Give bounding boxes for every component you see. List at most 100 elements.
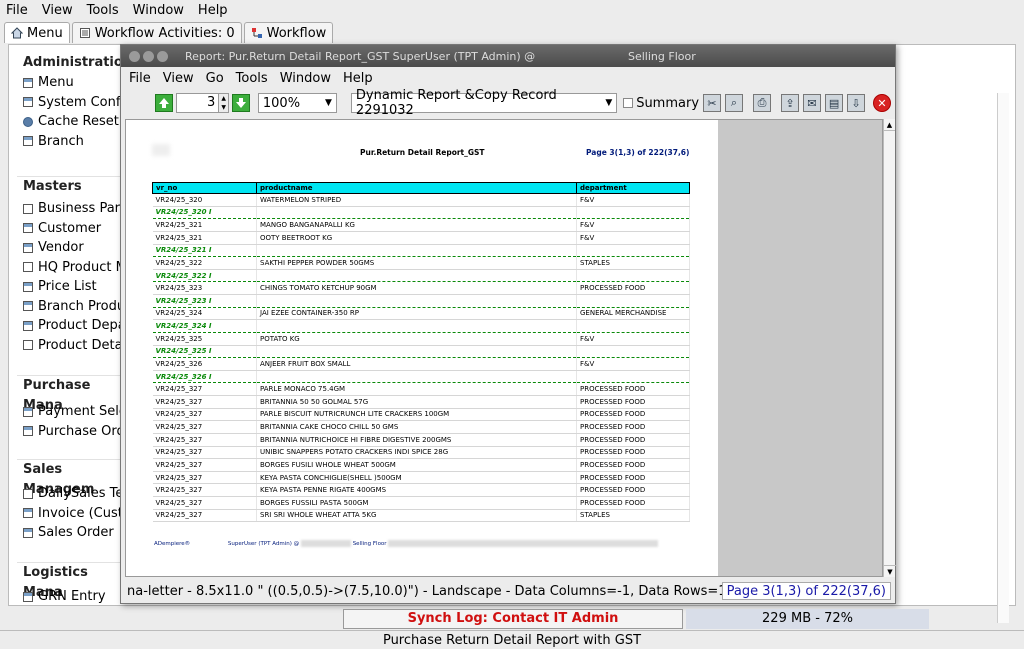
synch-log-status[interactable]: Synch Log: Contact IT Admin bbox=[343, 609, 683, 629]
report-menu-view[interactable]: View bbox=[163, 71, 194, 86]
sidebar-item-branch-product[interactable]: Branch Produ bbox=[17, 297, 127, 317]
cell-vr-no: VR24/25_327 bbox=[152, 420, 257, 434]
report-menu-file[interactable]: File bbox=[129, 71, 151, 86]
zoom-select[interactable]: 100% ▼ bbox=[257, 93, 337, 113]
sidebar-item-sales-order[interactable]: Sales Order bbox=[17, 523, 127, 543]
tab-workflow[interactable]: Workflow bbox=[243, 22, 334, 43]
window-icon bbox=[23, 406, 33, 417]
table-row: VR24/25_326 ANJEER FRUIT BOX SMALL F&V bbox=[152, 357, 690, 371]
report-menu-tools[interactable]: Tools bbox=[236, 71, 268, 86]
find-icon[interactable]: ⌕ bbox=[725, 94, 744, 112]
arrow-up-icon bbox=[158, 98, 169, 108]
cell-productname bbox=[256, 269, 577, 283]
close-report-icon[interactable]: ✕ bbox=[873, 94, 892, 112]
menu-tools[interactable]: Tools bbox=[87, 3, 119, 18]
export-icon[interactable]: ⇪ bbox=[781, 94, 800, 112]
report-page-footer: ADempiere® SuperUser (TPT Admin) @ Selli… bbox=[154, 540, 694, 547]
table-row: VR24/25_322 SAKTHI PEPPER POWDER 50GMS STA… bbox=[152, 256, 690, 270]
close-window-icon[interactable] bbox=[129, 50, 140, 62]
main-menubar: File View Tools Window Help bbox=[0, 0, 1024, 20]
menu-window[interactable]: Window bbox=[133, 3, 184, 18]
cell-productname: BORGES FUSSILI PASTA 500GM bbox=[256, 496, 577, 510]
page-number-input[interactable]: 3 bbox=[175, 93, 220, 113]
sidebar-item-price-list[interactable]: Price List bbox=[17, 277, 127, 297]
menu-view[interactable]: View bbox=[42, 3, 73, 18]
cell-department bbox=[576, 294, 690, 308]
send-mail-icon[interactable]: ✉ bbox=[803, 94, 822, 112]
sidebar-item-purchase-order[interactable]: Purchase Ord bbox=[17, 422, 127, 442]
report-titlebar: Report: Pur.Return Detail Report_GST Sup… bbox=[121, 45, 895, 67]
memory-indicator[interactable]: 229 MB - 72% bbox=[686, 609, 929, 629]
summary-checkbox[interactable] bbox=[623, 98, 634, 108]
cell-vr-no: VR24/25_327 bbox=[152, 408, 257, 422]
next-page-button[interactable] bbox=[232, 94, 250, 112]
process-icon bbox=[23, 116, 33, 127]
scroll-up-icon[interactable]: ▲ bbox=[884, 119, 895, 131]
cell-productname bbox=[256, 294, 577, 308]
sidebar-item-branch[interactable]: Branch bbox=[17, 132, 127, 152]
sidebar-item-invoice[interactable]: Invoice (Cust bbox=[17, 504, 127, 524]
menu-scrollbar[interactable] bbox=[997, 93, 1009, 623]
tab-menu-label: Menu bbox=[27, 25, 63, 41]
report-menu-help[interactable]: Help bbox=[343, 71, 373, 86]
report-view-select[interactable]: Dynamic Report &Copy Record 2291032 ▼ bbox=[350, 88, 618, 118]
print-icon[interactable]: ⎙ bbox=[753, 94, 772, 112]
sidebar-item-cache-reset[interactable]: Cache Reset bbox=[17, 112, 127, 132]
cell-vr-no: VR24/25_320 I bbox=[152, 206, 257, 220]
report-vertical-scrollbar[interactable]: ▲ ▼ bbox=[883, 119, 896, 577]
sidebar-item-product-department[interactable]: Product Depa bbox=[17, 316, 127, 336]
cell-department: PROCESSED FOOD bbox=[576, 395, 690, 409]
report-menu-go[interactable]: Go bbox=[206, 71, 224, 86]
form-icon bbox=[23, 488, 33, 499]
cell-productname: MANGO BANGANAPALLI KG bbox=[256, 218, 577, 232]
menu-file[interactable]: File bbox=[6, 3, 28, 18]
cell-productname: JAI EZEE CONTAINER-350 RP bbox=[256, 307, 577, 321]
document-icon bbox=[79, 27, 91, 39]
report-page-number: Page 3(1,3) of 222(37,6) bbox=[586, 148, 690, 157]
minimize-window-icon[interactable] bbox=[143, 50, 154, 62]
page-spinner[interactable]: ▲ ▼ bbox=[219, 93, 230, 113]
cell-vr-no: VR24/25_326 I bbox=[152, 370, 257, 384]
cell-department: F&V bbox=[576, 231, 690, 245]
chevron-down-icon: ▼ bbox=[325, 98, 332, 108]
sidebar-item-hq-product[interactable]: HQ Product M bbox=[17, 258, 127, 278]
scroll-down-icon[interactable]: ▼ bbox=[884, 565, 896, 577]
sidebar-item-vendor[interactable]: Vendor bbox=[17, 238, 127, 258]
cell-productname: PARLE BISCUIT NUTRICRUNCH LITE CRACKERS … bbox=[256, 408, 577, 422]
window-icon bbox=[23, 223, 33, 234]
cell-vr-no: VR24/25_321 bbox=[152, 218, 257, 232]
cell-department: GENERAL MERCHANDISE bbox=[576, 307, 690, 321]
cell-vr-no: VR24/25_321 I bbox=[152, 244, 257, 258]
report-menu-window[interactable]: Window bbox=[280, 71, 331, 86]
cell-productname: POTATO KG bbox=[256, 332, 577, 346]
cell-vr-no: VR24/25_327 bbox=[152, 458, 257, 472]
cell-vr-no: VR24/25_326 bbox=[152, 357, 257, 371]
archive-icon[interactable]: ▤ bbox=[825, 94, 844, 112]
menu-help[interactable]: Help bbox=[198, 3, 228, 18]
section-logistics: Logistics Mana GRN Entry bbox=[17, 562, 127, 607]
sidebar-item-menu[interactable]: Menu bbox=[17, 73, 127, 93]
cell-department: PROCESSED FOOD bbox=[576, 382, 690, 396]
subtotal-row: VR24/25_325 I bbox=[152, 345, 690, 359]
sidebar-item-customer[interactable]: Customer bbox=[17, 219, 127, 239]
section-sales: Sales Managem DailySales Te Invoice (Cus… bbox=[17, 459, 127, 543]
section-masters: Masters Business Part Customer Vendor HQ… bbox=[17, 176, 127, 355]
cell-department bbox=[576, 345, 690, 359]
tab-menu[interactable]: Menu bbox=[4, 22, 70, 43]
report-window: Report: Pur.Return Detail Report_GST Sup… bbox=[120, 44, 896, 604]
window-icon bbox=[23, 426, 33, 437]
window-icon bbox=[23, 320, 33, 331]
sidebar-item-system-config[interactable]: System Conf bbox=[17, 93, 127, 113]
previous-page-button[interactable] bbox=[155, 94, 173, 112]
maximize-window-icon[interactable] bbox=[157, 50, 168, 62]
tab-workflow-activities[interactable]: Workflow Activities: 0 bbox=[71, 22, 242, 43]
footer-user: SuperUser (TPT Admin) @ bbox=[227, 541, 300, 547]
cell-productname: SAKTHI PEPPER POWDER 50GMS bbox=[256, 256, 577, 270]
report-window-title: Report: Pur.Return Detail Report_GST Sup… bbox=[185, 49, 536, 63]
save-icon[interactable]: ⇩ bbox=[847, 94, 866, 112]
sidebar-item-product-detail[interactable]: Product Deta bbox=[17, 336, 127, 356]
report-status-text: na-letter - 8.5x11.0 " ((0.5,0.5)->(7.5,… bbox=[127, 583, 722, 599]
customize-icon[interactable]: ✂ bbox=[703, 94, 722, 112]
cell-productname: OOTY BEETROOT KG bbox=[256, 231, 577, 245]
sidebar-item-business-partner[interactable]: Business Part bbox=[17, 199, 127, 219]
